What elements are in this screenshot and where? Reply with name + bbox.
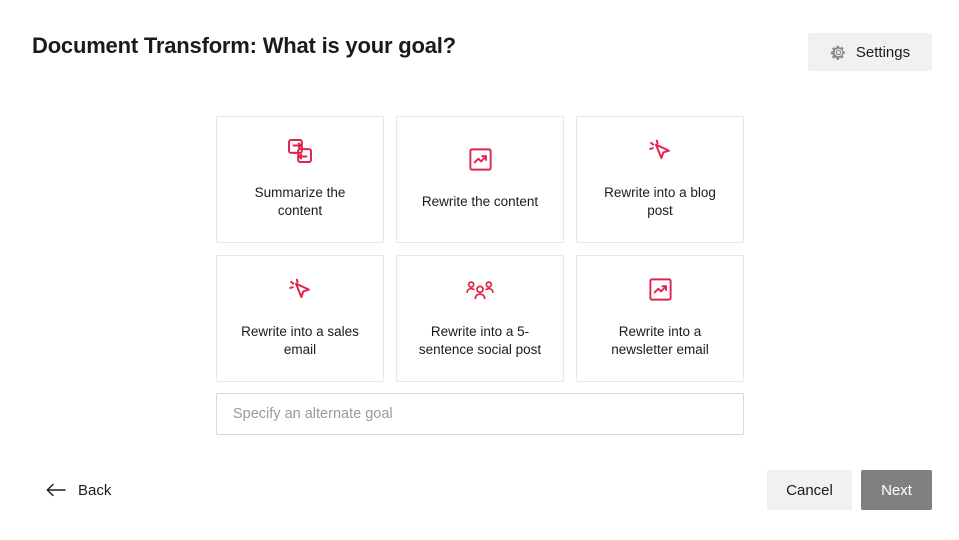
settings-button[interactable]: Settings [808,33,932,71]
goal-card-summarize-the-content[interactable]: Summarize the content [216,116,384,243]
alternate-goal-field-wrapper [216,393,744,435]
gear-icon [830,44,847,61]
goal-card-label: Rewrite into a newsletter email [611,323,709,357]
goal-card-label: Rewrite into a sales email [241,323,359,357]
goal-card-rewrite-into-a-sales-email[interactable]: Rewrite into a sales email [216,255,384,382]
page-title: Document Transform: What is your goal? [32,33,456,58]
trending-up-icon [465,145,495,175]
back-button[interactable]: Back [46,476,111,504]
next-button[interactable]: Next [861,470,932,510]
goal-card-label: Summarize the content [254,184,346,218]
cursor-click-icon [645,136,675,166]
exchange-icon [285,136,315,166]
cancel-button[interactable]: Cancel [767,470,852,510]
users-group-icon [465,275,495,305]
goal-card-label: Rewrite into a blog post [604,184,716,218]
trending-up-icon [645,275,675,305]
arrow-left-icon [46,483,66,497]
settings-button-label: Settings [855,43,911,61]
goal-card-rewrite-into-a-newsletter-email[interactable]: Rewrite into a newsletter email [576,255,744,382]
goal-card-rewrite-the-content[interactable]: Rewrite the content [396,116,564,243]
goal-card-rewrite-into-a-blog-post[interactable]: Rewrite into a blog post [576,116,744,243]
page-header: Document Transform: What is your goal? S… [0,0,959,100]
alternate-goal-input[interactable] [216,393,744,435]
goal-card-label: Rewrite into a 5-sentence social post [418,323,542,357]
goal-card-rewrite-into-a-5-sentence-social-post[interactable]: Rewrite into a 5-sentence social post [396,255,564,382]
goal-card-grid: Summarize the content Rewrite the conten… [216,116,744,382]
back-button-label: Back [78,481,112,499]
cursor-click-icon [285,275,315,305]
goal-card-label: Rewrite the content [421,193,539,209]
